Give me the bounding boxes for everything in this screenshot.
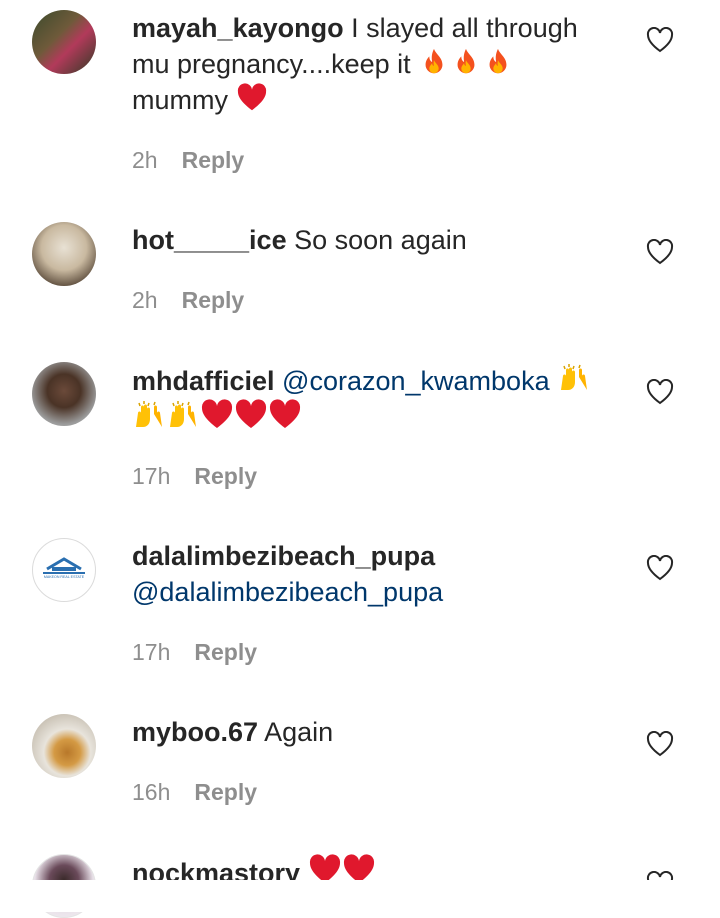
avatar[interactable]	[32, 714, 96, 778]
comment-body: mayah_kayongo I slayed all through mu pr…	[132, 10, 610, 118]
comment-body: dalalimbezibeach_pupa @dalalimbezibeach_…	[132, 538, 610, 610]
comment-username[interactable]: myboo.67	[132, 717, 258, 747]
fire-emoji	[419, 47, 449, 77]
fire-emoji	[451, 47, 481, 77]
comment-meta: 17h Reply	[132, 638, 257, 666]
comment-username[interactable]: dalalimbezibeach_pupa	[132, 541, 435, 571]
list-clip	[0, 880, 720, 912]
real-estate-logo: MAKEON REAL ESTATE	[43, 557, 85, 579]
avatar[interactable]	[32, 10, 96, 74]
comment-meta: 2h Reply	[132, 146, 244, 174]
heart-outline-icon[interactable]	[646, 239, 674, 265]
red-heart-emoji	[269, 399, 301, 431]
mention-link[interactable]: @dalalimbezibeach_pupa	[132, 577, 443, 607]
reply-button[interactable]: Reply	[182, 287, 245, 313]
avatar-logo-text: MAKEON REAL ESTATE	[44, 575, 85, 579]
red-heart-emoji	[201, 399, 233, 431]
comment-time: 17h	[132, 639, 171, 665]
raising-hands-emoji	[133, 399, 165, 431]
comment-text: Again	[264, 717, 334, 747]
red-heart-emoji	[235, 399, 267, 431]
comment-body: myboo.67 Again	[132, 714, 610, 750]
comment-username[interactable]: mayah_kayongo	[132, 13, 344, 43]
raising-hands-emoji	[167, 399, 199, 431]
comment-text: mummy	[132, 85, 228, 115]
comment-text: So soon again	[294, 225, 467, 255]
comment-time: 2h	[132, 147, 158, 173]
mention-link[interactable]: @corazon_kwamboka	[282, 366, 550, 396]
comment-time: 17h	[132, 463, 171, 489]
reply-button[interactable]: Reply	[182, 147, 245, 173]
heart-outline-icon[interactable]	[646, 379, 674, 405]
comment-text: I slayed all through	[351, 13, 578, 43]
comment-meta: 17h Reply	[132, 462, 257, 490]
red-heart-emoji	[237, 83, 267, 113]
comment-username[interactable]: hot_____ice	[132, 225, 287, 255]
reply-button[interactable]: Reply	[194, 639, 257, 665]
comment-body: hot_____ice So soon again	[132, 222, 610, 258]
comment-time: 2h	[132, 287, 158, 313]
comment-time: 16h	[132, 779, 171, 805]
reply-button[interactable]: Reply	[194, 779, 257, 805]
fire-emoji	[483, 47, 513, 77]
comment-username[interactable]: mhdafficiel	[132, 366, 275, 396]
raising-hands-emoji	[558, 362, 590, 394]
avatar[interactable]: MAKEON REAL ESTATE	[32, 538, 96, 602]
comment-meta: 2h Reply	[132, 286, 244, 314]
heart-outline-icon[interactable]	[646, 731, 674, 757]
heart-outline-icon[interactable]	[646, 555, 674, 581]
heart-outline-icon[interactable]	[646, 27, 674, 53]
reply-button[interactable]: Reply	[194, 463, 257, 489]
avatar[interactable]	[32, 222, 96, 286]
avatar[interactable]	[32, 362, 96, 426]
comment-body: mhdafficiel @corazon_kwamboka	[132, 362, 610, 436]
comment-meta: 16h Reply	[132, 778, 257, 806]
comment-text: mu pregnancy....keep it	[132, 49, 411, 79]
